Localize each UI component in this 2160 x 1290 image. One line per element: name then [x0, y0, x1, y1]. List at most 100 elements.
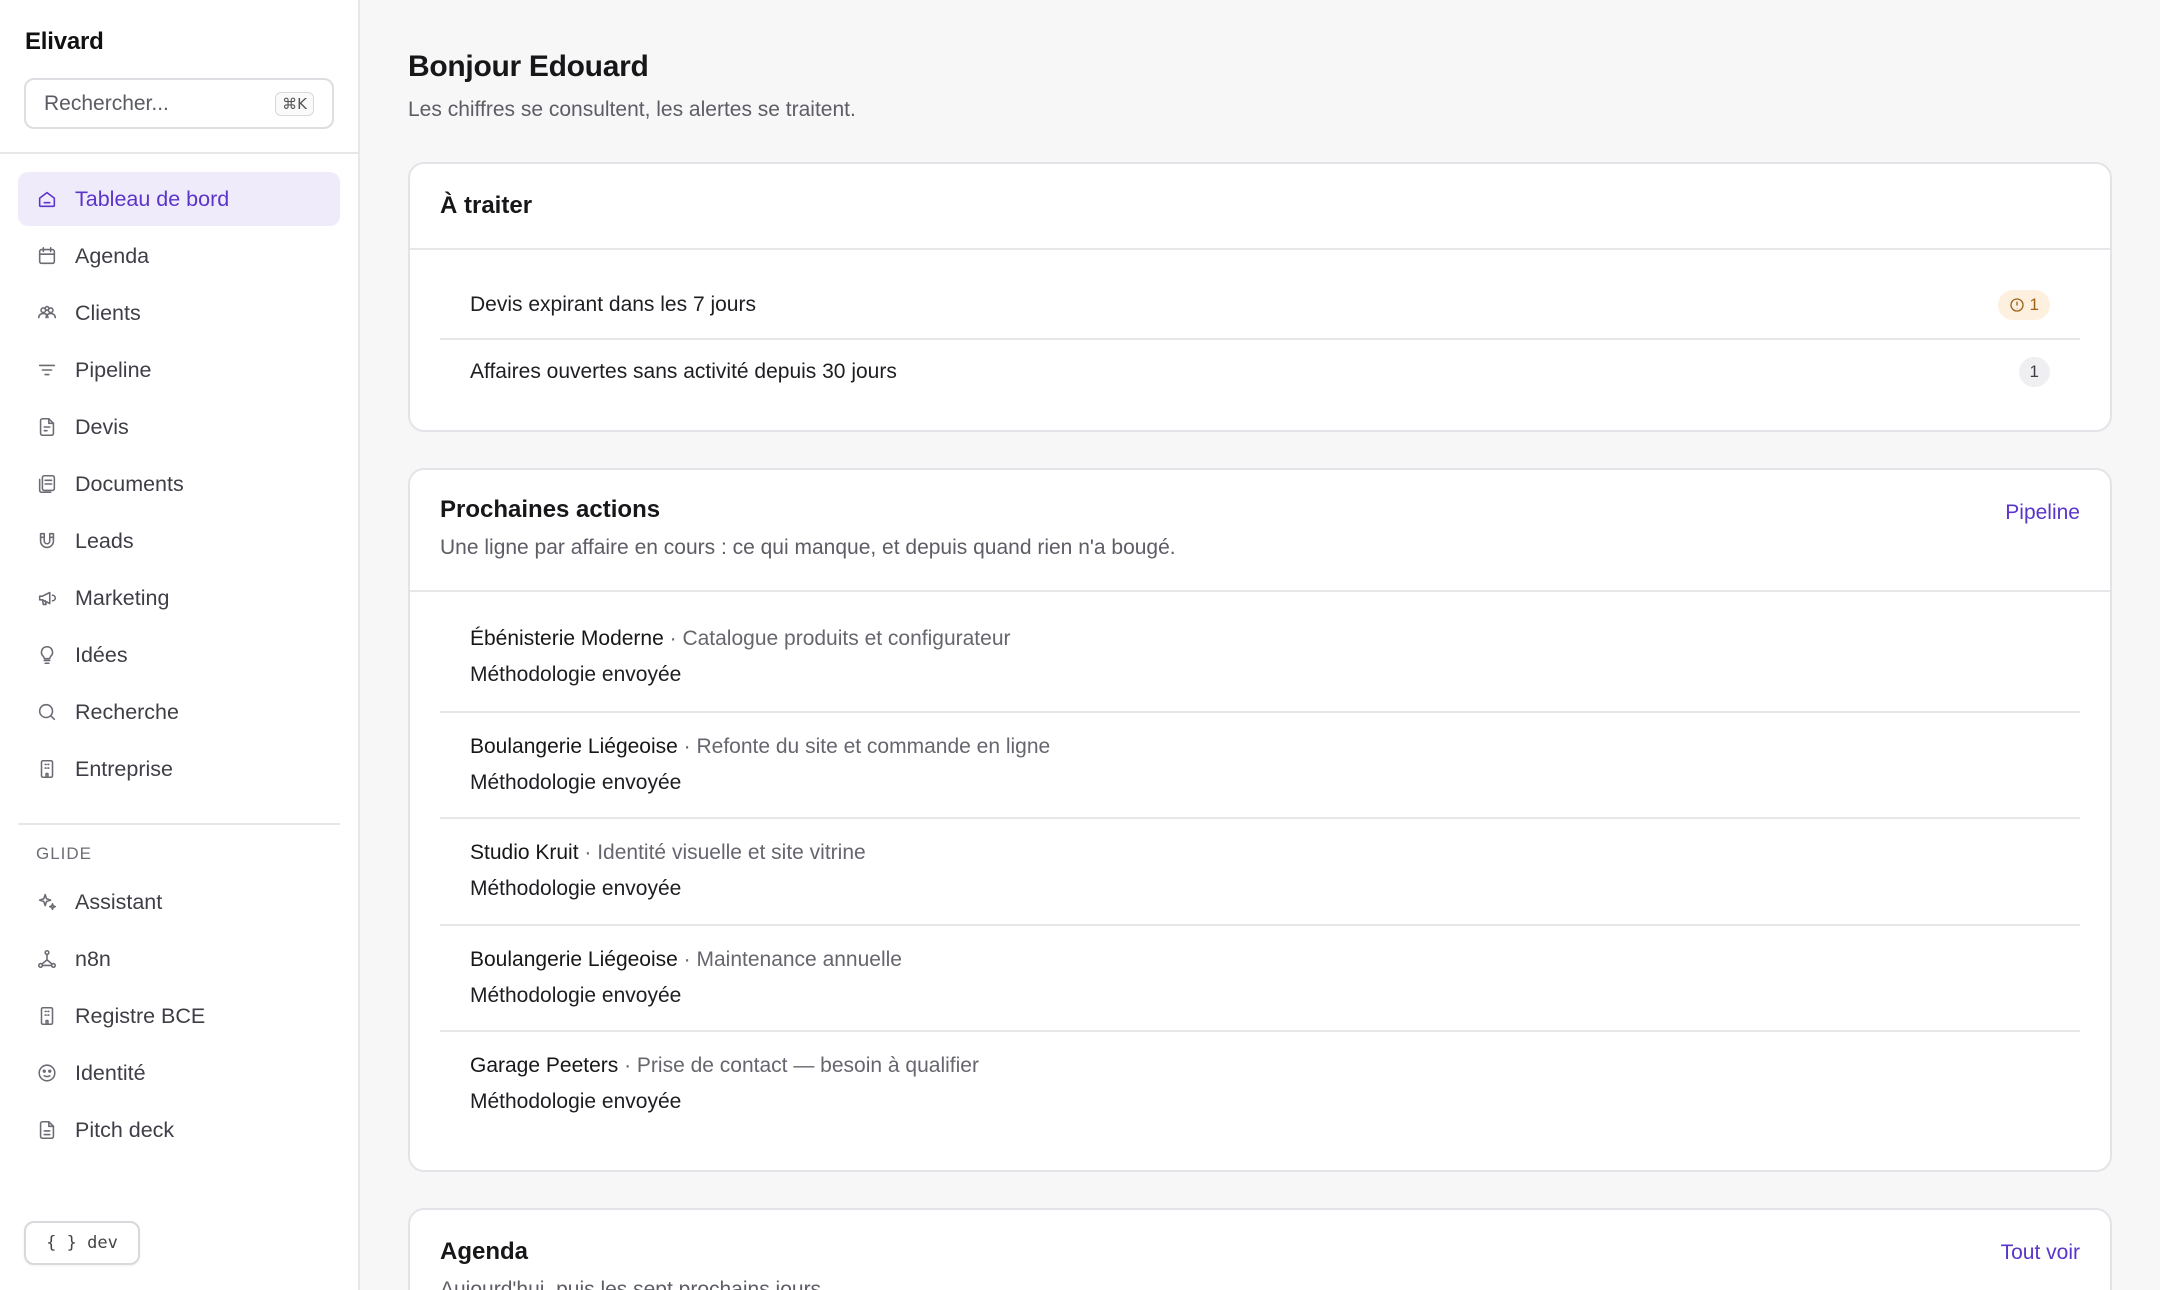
sidebar-item-label: Entreprise	[75, 756, 173, 781]
deal-project: · Refonte du site et commande en ligne	[677, 734, 1051, 758]
todo-title: À traiter	[440, 192, 533, 219]
home-icon	[36, 188, 58, 210]
deal-row[interactable]: Studio Kruit · Identité visuelle et site…	[440, 817, 2080, 924]
pipeline-link[interactable]: Pipeline	[2005, 501, 2080, 525]
sidebar: Elivard Rechercher... ⌘K Tableau de bord…	[0, 0, 360, 1290]
sidebar-divider	[0, 152, 358, 154]
sidebar-item-identite[interactable]: Identité	[18, 1046, 340, 1100]
dev-button[interactable]: { } dev	[24, 1221, 140, 1265]
sidebar-item-idees[interactable]: Idées	[18, 628, 340, 682]
next-actions-card: Prochaines actions Une ligne par affaire…	[408, 468, 2112, 1172]
sidebar-item-pipeline[interactable]: Pipeline	[18, 343, 340, 397]
deal-status: Méthodologie envoyée	[470, 877, 682, 901]
sidebar-item-marketing[interactable]: Marketing	[18, 571, 340, 625]
search-placeholder: Rechercher...	[44, 91, 169, 115]
magnet-icon	[36, 530, 58, 552]
deal-status: Méthodologie envoyée	[470, 770, 682, 794]
todo-card-header: À traiter	[410, 164, 2110, 250]
deal-client: Studio Kruit	[470, 841, 579, 865]
sidebar-item-label: Devis	[75, 414, 129, 439]
lightbulb-icon	[36, 644, 58, 666]
sidebar-item-pitch-deck[interactable]: Pitch deck	[18, 1103, 340, 1157]
deal-project: · Identité visuelle et site vitrine	[578, 841, 866, 865]
deal-status: Méthodologie envoyée	[470, 663, 682, 687]
sidebar-item-clients[interactable]: Clients	[18, 286, 340, 340]
sidebar-item-label: Idées	[75, 642, 128, 667]
megaphone-icon	[36, 587, 58, 609]
sidebar-item-label: Registre BCE	[75, 1003, 206, 1028]
agenda-title: Agenda	[440, 1238, 529, 1265]
sidebar-item-assistant[interactable]: Assistant	[18, 875, 340, 929]
main-content: Bonjour Edouard Les chiffres se consulte…	[360, 0, 2160, 1290]
deal-client: Ébénisterie Moderne	[470, 627, 664, 651]
file-invoice-icon	[36, 416, 58, 438]
todo-list: Devis expirant dans les 7 jours 1 Affair…	[410, 250, 2110, 404]
deal-client: Boulangerie Liégeoise	[470, 947, 678, 971]
building-icon	[36, 1005, 58, 1027]
page-subtitle: Les chiffres se consultent, les alertes …	[408, 98, 856, 121]
documents-icon	[36, 473, 58, 495]
next-actions-description: Une ligne par affaire en cours : ce qui …	[440, 536, 1176, 559]
alert-row-inactive-deals[interactable]: Affaires ouvertes sans activité depuis 3…	[440, 338, 2080, 404]
users-icon	[36, 302, 58, 324]
alert-row-expiring-quotes[interactable]: Devis expirant dans les 7 jours 1	[440, 272, 2080, 338]
next-actions-header: Prochaines actions Une ligne par affaire…	[410, 470, 2110, 592]
sidebar-section-divider	[18, 823, 340, 825]
deal-client: Garage Peeters	[470, 1054, 619, 1078]
deal-project: · Prise de contact — besoin à qualifier	[618, 1054, 979, 1078]
sidebar-item-documents[interactable]: Documents	[18, 457, 340, 511]
sidebar-item-registre-bce[interactable]: Registre BCE	[18, 989, 340, 1043]
workflow-icon	[36, 948, 58, 970]
sidebar-item-label: Assistant	[75, 889, 163, 914]
deal-row[interactable]: Garage Peeters · Prise de contact — beso…	[440, 1030, 2080, 1137]
page-title: Bonjour Edouard	[408, 50, 649, 83]
deal-status: Méthodologie envoyée	[470, 983, 682, 1007]
deal-project: · Maintenance annuelle	[677, 947, 902, 971]
sidebar-item-leads[interactable]: Leads	[18, 514, 340, 568]
sidebar-item-label: Tableau de bord	[75, 186, 230, 211]
count-badge: 1	[2018, 357, 2050, 387]
sidebar-item-label: Recherche	[75, 699, 179, 724]
sidebar-item-label: Leads	[75, 528, 134, 553]
warning-count-badge: 1	[1997, 290, 2050, 320]
sidebar-item-devis[interactable]: Devis	[18, 400, 340, 454]
calendar-icon	[36, 245, 58, 267]
search-input[interactable]: Rechercher... ⌘K	[24, 78, 334, 129]
next-actions-title: Prochaines actions	[440, 496, 661, 523]
sidebar-item-label: Pitch deck	[75, 1117, 175, 1142]
sidebar-item-label: n8n	[75, 946, 111, 971]
search-icon	[36, 701, 58, 723]
filter-icon	[36, 359, 58, 381]
deal-status: Méthodologie envoyée	[470, 1090, 682, 1114]
sidebar-item-entreprise[interactable]: Entreprise	[18, 742, 340, 796]
sidebar-item-label: Clients	[75, 300, 141, 325]
deal-row[interactable]: Boulangerie Liégeoise · Maintenance annu…	[440, 923, 2080, 1031]
sidebar-item-label: Marketing	[75, 585, 170, 610]
deal-row[interactable]: Ébénisterie Moderne · Catalogue produits…	[440, 604, 2080, 711]
deal-list: Ébénisterie Moderne · Catalogue produits…	[410, 592, 2110, 1137]
glide-nav: Assistant n8n Registre BCE Identité Pitc…	[18, 875, 340, 1160]
sidebar-item-tableau-de-bord[interactable]: Tableau de bord	[18, 172, 340, 226]
sidebar-item-recherche[interactable]: Recherche	[18, 685, 340, 739]
sparkles-icon	[36, 891, 58, 913]
sidebar-item-label: Pipeline	[75, 357, 152, 382]
presentation-icon	[36, 1119, 58, 1141]
brand-name: Elivard	[25, 28, 104, 55]
alert-count: 1	[2029, 295, 2039, 314]
sidebar-item-n8n[interactable]: n8n	[18, 932, 340, 986]
alert-count: 1	[2029, 362, 2039, 381]
see-all-link[interactable]: Tout voir	[2001, 1241, 2080, 1265]
alert-circle-icon	[2009, 298, 2024, 312]
deal-row[interactable]: Boulangerie Liégeoise · Refonte du site …	[440, 710, 2080, 818]
agenda-header: Agenda Aujourd'hui, puis les sept procha…	[410, 1210, 2110, 1290]
sidebar-item-agenda[interactable]: Agenda	[18, 229, 340, 283]
agenda-card: Agenda Aujourd'hui, puis les sept procha…	[408, 1208, 2112, 1290]
sidebar-item-label: Identité	[75, 1060, 146, 1085]
agenda-description: Aujourd'hui, puis les sept prochains jou…	[440, 1278, 827, 1290]
section-label-glide: GLIDE	[36, 844, 93, 863]
shortcut-hint: ⌘K	[275, 91, 314, 116]
sidebar-item-label: Agenda	[75, 243, 150, 268]
sidebar-item-label: Documents	[75, 471, 184, 496]
deal-project: · Catalogue produits et configurateur	[663, 627, 1011, 651]
alert-label: Affaires ouvertes sans activité depuis 3…	[470, 360, 897, 383]
